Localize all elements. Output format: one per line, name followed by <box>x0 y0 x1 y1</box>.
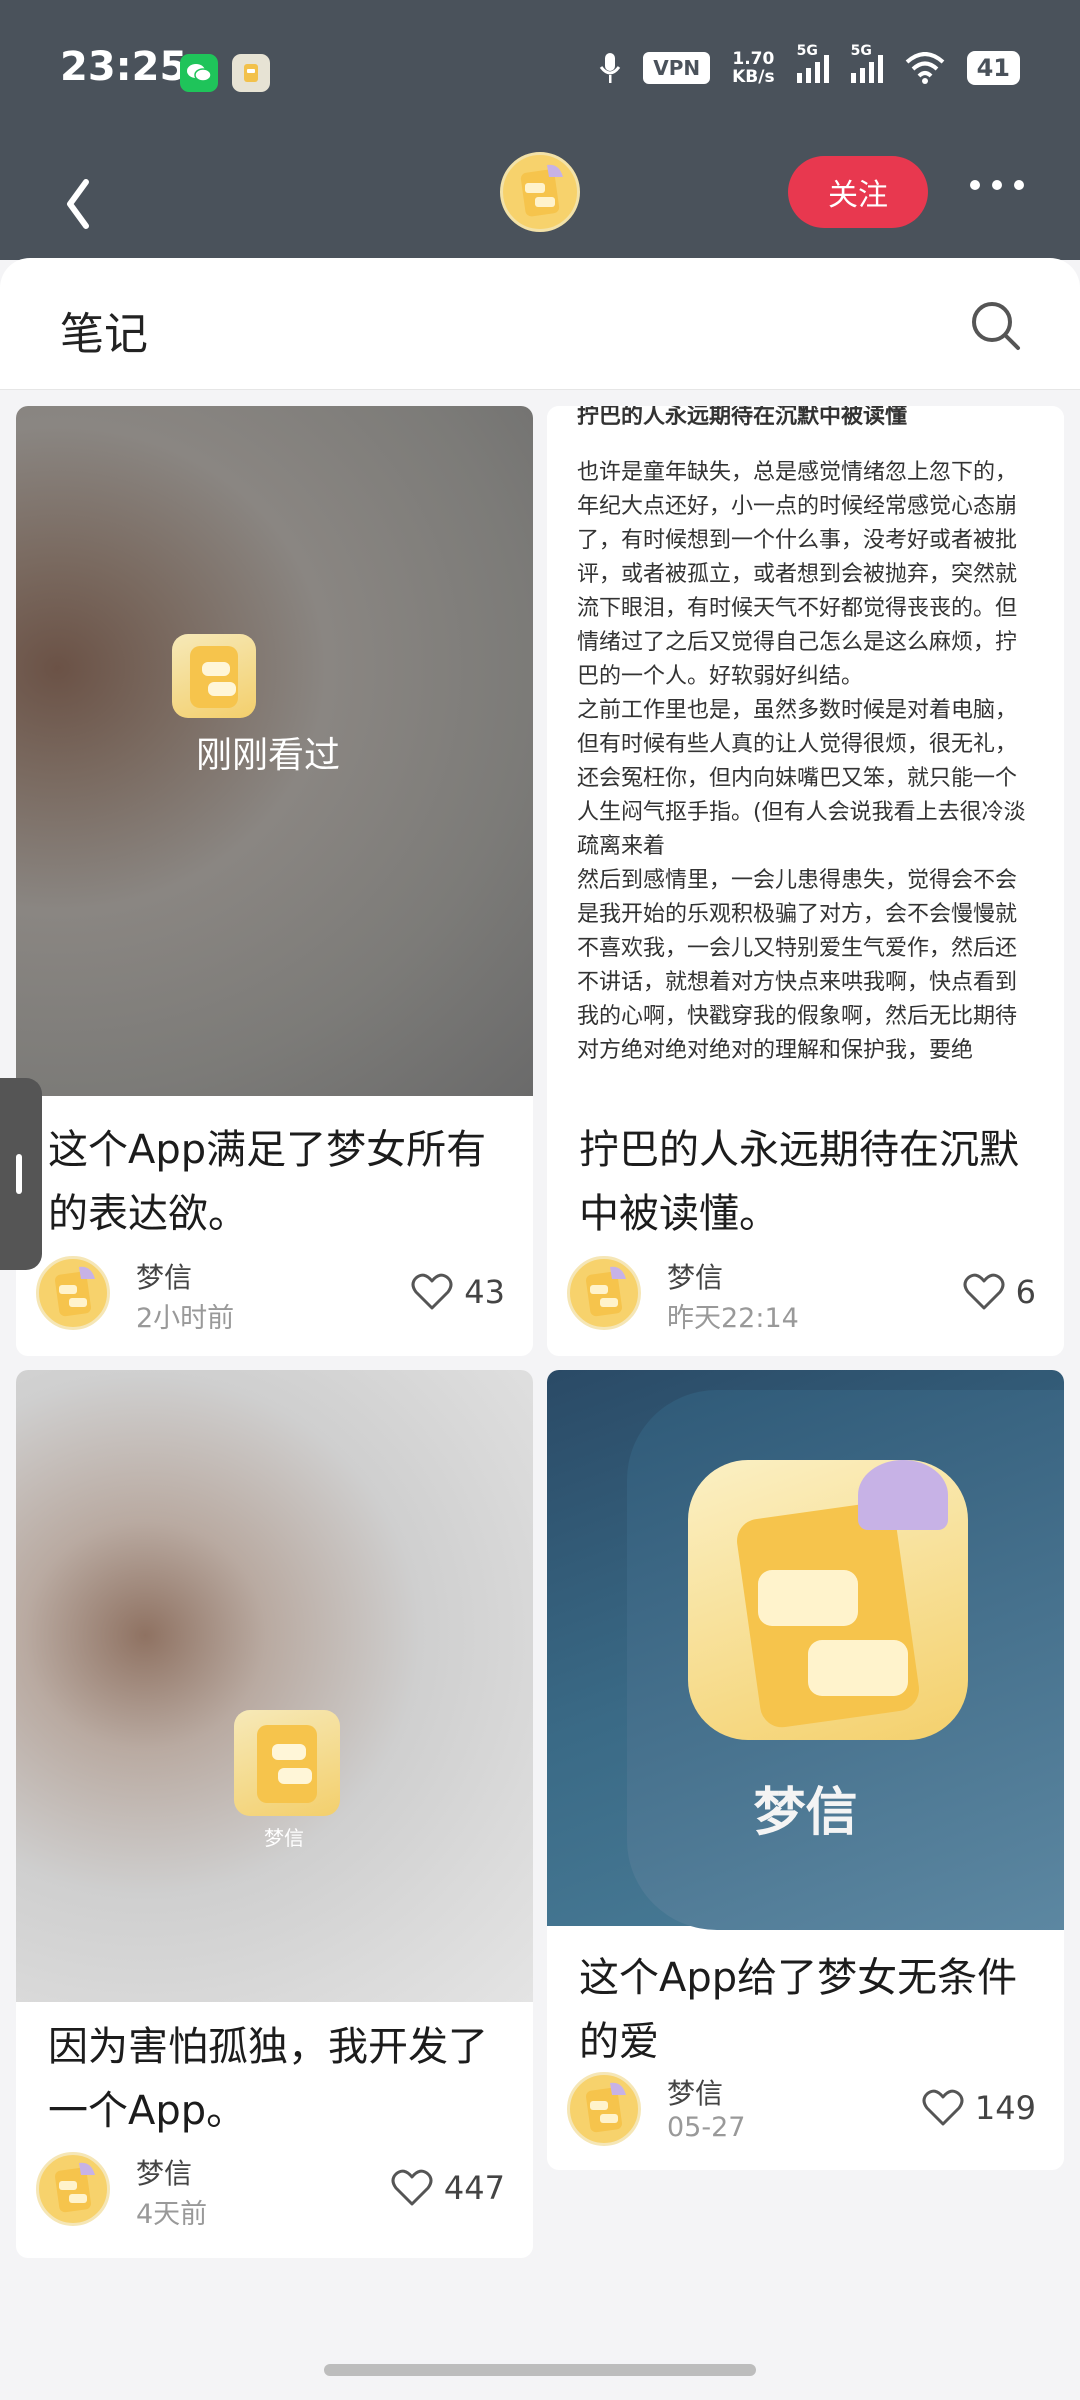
top-nav-bar: 关注 <box>0 140 1080 260</box>
watermark-label: 梦信 <box>264 1826 304 1850</box>
note-cover-image: 梦信 <box>547 1370 1064 1930</box>
like-button[interactable]: 6 <box>962 1272 1036 1312</box>
note-title: 这个App满足了梦女所有的表达欲。 <box>48 1127 487 1237</box>
heart-outline-icon <box>411 1273 453 1310</box>
section-title: 笔记 <box>60 309 148 360</box>
notes-feed: 刚刚看过 这个App满足了梦女所有的表达欲。 梦信 2小时前 43 拧巴的人永远… <box>0 390 1080 2340</box>
app-logo-icon <box>234 1710 340 1816</box>
like-button[interactable]: 43 <box>410 1272 505 1312</box>
app-logo-icon <box>688 1460 968 1740</box>
author-avatar[interactable] <box>36 2152 110 2226</box>
signal-icon-2: 5G <box>850 43 883 83</box>
home-indicator[interactable] <box>324 2364 756 2376</box>
note-title: 因为害怕孤独，我开发了一个App。 <box>48 2024 488 2134</box>
author-avatar[interactable] <box>36 1256 110 1330</box>
cover-paragraph: 也许是童年缺失，总是感觉情绪忽上忽下的，年纪大点还好，小一点的时候经常感觉心态崩… <box>577 460 1018 689</box>
chevron-left-icon <box>67 179 89 229</box>
microphone-icon <box>600 53 621 83</box>
author-avatar[interactable] <box>567 1256 641 1330</box>
cover-paragraph: 然后到感情里，一会儿患得患失，觉得会不会是我开始的乐观积极骗了对方，会不会慢慢就… <box>577 868 1018 1063</box>
note-title: 拧巴的人永远期待在沉默中被读懂。 <box>579 1127 1019 1237</box>
status-bar: 23:25 VPN 1.70 KB/s 5G 5G 41 <box>0 0 1080 140</box>
side-panel-handle[interactable] <box>0 1078 42 1270</box>
note-card[interactable]: 拧巴的人永远期待在沉默中被读懂 也许是童年缺失，总是感觉情绪忽上忽下的，年纪大点… <box>547 406 1064 1356</box>
heart-outline-icon <box>963 1273 1005 1310</box>
status-indicators: VPN 1.70 KB/s 5G 5G 41 <box>599 43 1020 87</box>
more-options-button[interactable] <box>970 180 1024 190</box>
post-time: 2小时前 <box>136 1303 235 1334</box>
note-cover-image: 梦信 <box>16 1370 533 2002</box>
status-time: 23:25 <box>60 44 188 90</box>
cover-heading: 拧巴的人永远期待在沉默中被读懂 <box>577 406 908 429</box>
like-button[interactable]: 447 <box>390 2168 505 2208</box>
note-card[interactable]: 梦信 这个App给了梦女无条件的爱 梦信 05-27 149 <box>547 1370 1064 2170</box>
note-card[interactable]: 刚刚看过 这个App满足了梦女所有的表达欲。 梦信 2小时前 43 <box>16 406 533 1356</box>
note-author-row: 梦信 昨天22:14 6 <box>567 1256 1036 1336</box>
vpn-badge: VPN <box>643 52 711 84</box>
author-avatar[interactable] <box>567 2072 641 2146</box>
author-name[interactable]: 梦信 <box>667 2072 723 2112</box>
note-card[interactable]: 梦信 因为害怕孤独，我开发了一个App。 梦信 4天前 447 <box>16 1370 533 2258</box>
search-icon <box>972 302 1020 350</box>
app-notification-icon <box>232 54 270 92</box>
author-name[interactable]: 梦信 <box>136 2152 192 2192</box>
note-author-row: 梦信 05-27 149 <box>567 2072 1036 2152</box>
author-name[interactable]: 梦信 <box>136 1256 192 1296</box>
post-time: 4天前 <box>136 2199 208 2230</box>
author-name[interactable]: 梦信 <box>667 1256 723 1296</box>
search-button[interactable] <box>968 298 1024 354</box>
post-time: 05-27 <box>667 2112 746 2143</box>
note-author-row: 梦信 4天前 447 <box>36 2152 505 2232</box>
app-logo-icon <box>172 634 256 718</box>
like-button[interactable]: 149 <box>921 2088 1036 2128</box>
post-time: 昨天22:14 <box>667 1303 799 1334</box>
battery-indicator: 41 <box>966 51 1020 85</box>
note-cover-text: 拧巴的人永远期待在沉默中被读懂 也许是童年缺失，总是感觉情绪忽上忽下的，年纪大点… <box>547 406 1064 1096</box>
cover-paragraph: 之前工作里也是，虽然多数时候是对着电脑，但有时候有些人真的让人觉得很烦，很无礼，… <box>577 698 1026 859</box>
notification-icons <box>180 54 270 92</box>
note-cover-image: 刚刚看过 <box>16 406 533 1096</box>
more-dots-icon <box>970 180 980 190</box>
like-count: 149 <box>974 2089 1036 2127</box>
heart-outline-icon <box>922 2089 964 2126</box>
follow-button[interactable]: 关注 <box>788 156 928 228</box>
profile-avatar[interactable] <box>500 152 580 232</box>
app-name-label: 梦信 <box>753 1783 858 1843</box>
network-speed: 1.70 KB/s <box>732 49 775 87</box>
like-count: 43 <box>464 1273 505 1311</box>
note-author-row: 梦信 2小时前 43 <box>36 1256 505 1336</box>
wechat-icon <box>180 54 218 92</box>
signal-icon-1: 5G <box>796 43 829 83</box>
like-count: 447 <box>443 2169 505 2207</box>
notes-header: 笔记 <box>0 258 1080 390</box>
heart-outline-icon <box>391 2169 433 2206</box>
recently-viewed-label: 刚刚看过 <box>196 735 341 776</box>
wifi-icon <box>905 52 944 84</box>
note-title: 这个App给了梦女无条件的爱 <box>579 1955 1018 2065</box>
like-count: 6 <box>1015 1273 1036 1311</box>
back-button[interactable] <box>52 160 112 240</box>
